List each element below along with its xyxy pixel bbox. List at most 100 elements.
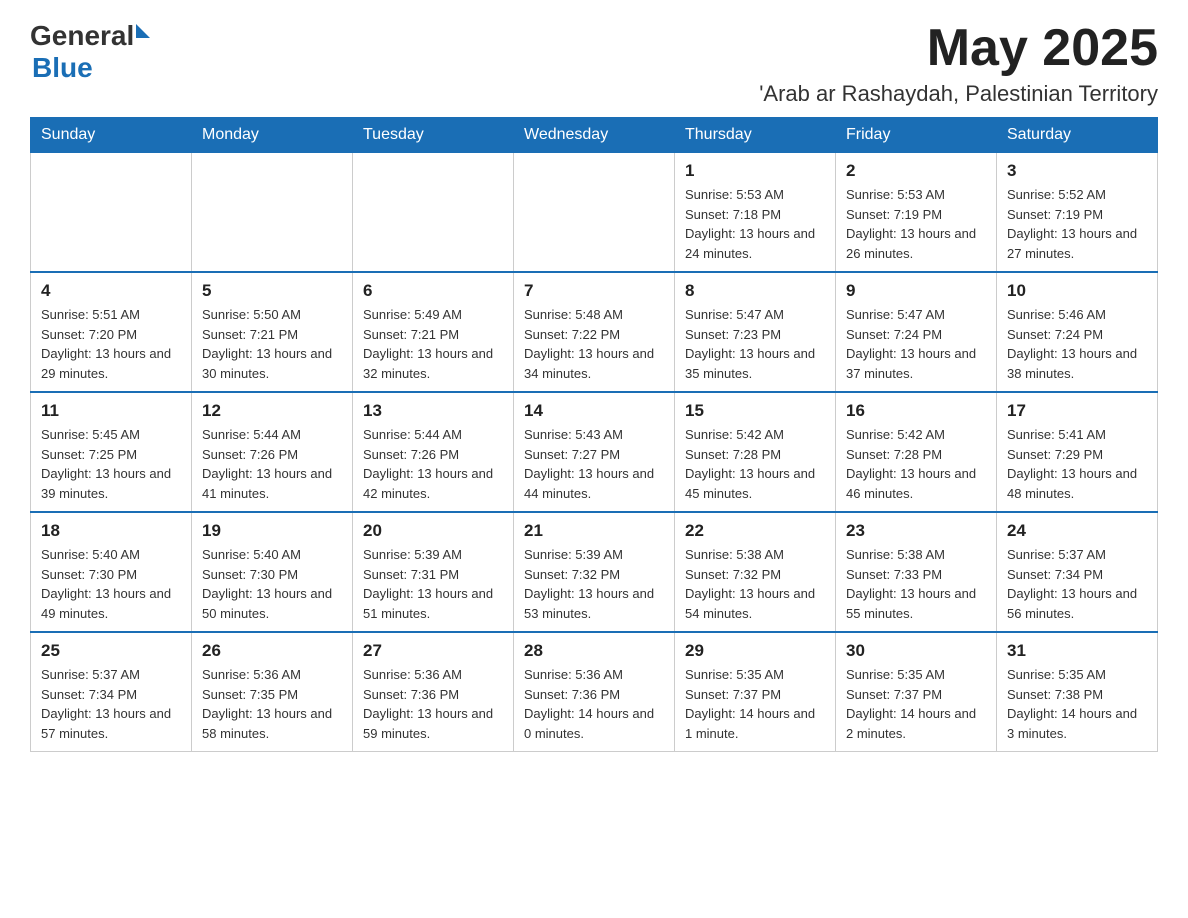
day-number: 24	[1007, 521, 1147, 541]
day-number: 4	[41, 281, 181, 301]
day-info: Sunrise: 5:53 AM Sunset: 7:19 PM Dayligh…	[846, 185, 986, 263]
day-info: Sunrise: 5:52 AM Sunset: 7:19 PM Dayligh…	[1007, 185, 1147, 263]
day-number: 5	[202, 281, 342, 301]
day-info: Sunrise: 5:51 AM Sunset: 7:20 PM Dayligh…	[41, 305, 181, 383]
day-number: 28	[524, 641, 664, 661]
weekday-header-thursday: Thursday	[675, 118, 836, 153]
day-info: Sunrise: 5:39 AM Sunset: 7:32 PM Dayligh…	[524, 545, 664, 623]
day-number: 22	[685, 521, 825, 541]
calendar-cell: 27Sunrise: 5:36 AM Sunset: 7:36 PM Dayli…	[353, 632, 514, 752]
calendar-cell: 21 Sunrise: 5:39 AM Sunset: 7:32 PM Dayli…	[514, 512, 675, 632]
day-info: Sunrise: 5:39 AM Sunset: 7:31 PM Dayligh…	[363, 545, 503, 623]
calendar-cell: 4 Sunrise: 5:51 AM Sunset: 7:20 PM Daylig…	[31, 272, 192, 392]
day-number: 9	[846, 281, 986, 301]
day-number: 8	[685, 281, 825, 301]
month-title: May 2025	[759, 20, 1158, 77]
calendar-cell: 16 Sunrise: 5:42 AM Sunset: 7:28 PM Dayli…	[836, 392, 997, 512]
day-number: 2	[846, 161, 986, 181]
logo-blue: Blue	[32, 52, 150, 84]
calendar-cell: 31 Sunrise: 5:35 AM Sunset: 7:38 PM Dayli…	[997, 632, 1158, 752]
day-number: 31	[1007, 641, 1147, 661]
calendar-cell: 7Sunrise: 5:48 AM Sunset: 7:22 PM Daylig…	[514, 272, 675, 392]
calendar-cell: 10 Sunrise: 5:46 AM Sunset: 7:24 PM Dayli…	[997, 272, 1158, 392]
weekday-header-row: SundayMondayTuesdayWednesdayThursdayFrid…	[31, 118, 1158, 153]
day-info: Sunrise: 5:42 AM Sunset: 7:28 PM Dayligh…	[685, 425, 825, 503]
calendar-week-5: 25Sunrise: 5:37 AM Sunset: 7:34 PM Dayli…	[31, 632, 1158, 752]
calendar-week-1: 1 Sunrise: 5:53 AM Sunset: 7:18 PM Daylig…	[31, 153, 1158, 273]
calendar-cell: 9 Sunrise: 5:47 AM Sunset: 7:24 PM Daylig…	[836, 272, 997, 392]
logo: General Blue	[30, 20, 150, 84]
calendar-cell: 28 Sunrise: 5:36 AM Sunset: 7:36 PM Dayli…	[514, 632, 675, 752]
calendar-cell	[31, 153, 192, 273]
day-number: 21	[524, 521, 664, 541]
weekday-header-saturday: Saturday	[997, 118, 1158, 153]
calendar-cell: 5 Sunrise: 5:50 AM Sunset: 7:21 PM Daylig…	[192, 272, 353, 392]
day-number: 3	[1007, 161, 1147, 181]
day-number: 1	[685, 161, 825, 181]
day-info: Sunrise: 5:38 AM Sunset: 7:33 PM Dayligh…	[846, 545, 986, 623]
calendar-cell: 26 Sunrise: 5:36 AM Sunset: 7:35 PM Dayli…	[192, 632, 353, 752]
day-number: 11	[41, 401, 181, 421]
calendar-cell: 23 Sunrise: 5:38 AM Sunset: 7:33 PM Dayli…	[836, 512, 997, 632]
calendar-cell: 19 Sunrise: 5:40 AM Sunset: 7:30 PM Dayli…	[192, 512, 353, 632]
calendar-cell	[514, 153, 675, 273]
calendar-week-4: 18Sunrise: 5:40 AM Sunset: 7:30 PM Dayli…	[31, 512, 1158, 632]
title-section: May 2025 'Arab ar Rashaydah, Palestinian…	[759, 20, 1158, 107]
calendar-cell: 1 Sunrise: 5:53 AM Sunset: 7:18 PM Daylig…	[675, 153, 836, 273]
day-info: Sunrise: 5:36 AM Sunset: 7:36 PM Dayligh…	[524, 665, 664, 743]
calendar-cell: 8 Sunrise: 5:47 AM Sunset: 7:23 PM Daylig…	[675, 272, 836, 392]
logo-triangle-icon	[136, 24, 150, 38]
calendar-week-3: 11Sunrise: 5:45 AM Sunset: 7:25 PM Dayli…	[31, 392, 1158, 512]
calendar-cell: 3 Sunrise: 5:52 AM Sunset: 7:19 PM Daylig…	[997, 153, 1158, 273]
day-number: 19	[202, 521, 342, 541]
day-info: Sunrise: 5:37 AM Sunset: 7:34 PM Dayligh…	[1007, 545, 1147, 623]
day-number: 15	[685, 401, 825, 421]
day-number: 12	[202, 401, 342, 421]
day-info: Sunrise: 5:44 AM Sunset: 7:26 PM Dayligh…	[363, 425, 503, 503]
calendar-cell: 20Sunrise: 5:39 AM Sunset: 7:31 PM Dayli…	[353, 512, 514, 632]
calendar-cell: 22 Sunrise: 5:38 AM Sunset: 7:32 PM Dayli…	[675, 512, 836, 632]
calendar-cell: 6 Sunrise: 5:49 AM Sunset: 7:21 PM Daylig…	[353, 272, 514, 392]
day-info: Sunrise: 5:49 AM Sunset: 7:21 PM Dayligh…	[363, 305, 503, 383]
calendar-cell	[192, 153, 353, 273]
day-info: Sunrise: 5:44 AM Sunset: 7:26 PM Dayligh…	[202, 425, 342, 503]
weekday-header-monday: Monday	[192, 118, 353, 153]
day-number: 13	[363, 401, 503, 421]
weekday-header-sunday: Sunday	[31, 118, 192, 153]
calendar-week-2: 4 Sunrise: 5:51 AM Sunset: 7:20 PM Daylig…	[31, 272, 1158, 392]
calendar-cell: 29Sunrise: 5:35 AM Sunset: 7:37 PM Dayli…	[675, 632, 836, 752]
calendar-cell: 11Sunrise: 5:45 AM Sunset: 7:25 PM Dayli…	[31, 392, 192, 512]
day-number: 26	[202, 641, 342, 661]
day-info: Sunrise: 5:53 AM Sunset: 7:18 PM Dayligh…	[685, 185, 825, 263]
day-info: Sunrise: 5:42 AM Sunset: 7:28 PM Dayligh…	[846, 425, 986, 503]
day-info: Sunrise: 5:38 AM Sunset: 7:32 PM Dayligh…	[685, 545, 825, 623]
day-info: Sunrise: 5:36 AM Sunset: 7:35 PM Dayligh…	[202, 665, 342, 743]
calendar-cell: 30Sunrise: 5:35 AM Sunset: 7:37 PM Dayli…	[836, 632, 997, 752]
calendar-cell: 18Sunrise: 5:40 AM Sunset: 7:30 PM Dayli…	[31, 512, 192, 632]
day-number: 29	[685, 641, 825, 661]
day-info: Sunrise: 5:47 AM Sunset: 7:24 PM Dayligh…	[846, 305, 986, 383]
day-number: 16	[846, 401, 986, 421]
day-info: Sunrise: 5:50 AM Sunset: 7:21 PM Dayligh…	[202, 305, 342, 383]
day-info: Sunrise: 5:35 AM Sunset: 7:38 PM Dayligh…	[1007, 665, 1147, 743]
location-title: 'Arab ar Rashaydah, Palestinian Territor…	[759, 81, 1158, 107]
calendar-cell: 25Sunrise: 5:37 AM Sunset: 7:34 PM Dayli…	[31, 632, 192, 752]
day-info: Sunrise: 5:40 AM Sunset: 7:30 PM Dayligh…	[202, 545, 342, 623]
calendar-cell: 12 Sunrise: 5:44 AM Sunset: 7:26 PM Dayli…	[192, 392, 353, 512]
day-info: Sunrise: 5:47 AM Sunset: 7:23 PM Dayligh…	[685, 305, 825, 383]
day-number: 6	[363, 281, 503, 301]
day-info: Sunrise: 5:46 AM Sunset: 7:24 PM Dayligh…	[1007, 305, 1147, 383]
day-number: 10	[1007, 281, 1147, 301]
day-number: 14	[524, 401, 664, 421]
day-number: 7	[524, 281, 664, 301]
weekday-header-wednesday: Wednesday	[514, 118, 675, 153]
calendar-cell: 2 Sunrise: 5:53 AM Sunset: 7:19 PM Daylig…	[836, 153, 997, 273]
day-number: 23	[846, 521, 986, 541]
day-info: Sunrise: 5:40 AM Sunset: 7:30 PM Dayligh…	[41, 545, 181, 623]
day-number: 27	[363, 641, 503, 661]
logo-general: General	[30, 20, 134, 52]
calendar-cell: 15 Sunrise: 5:42 AM Sunset: 7:28 PM Dayli…	[675, 392, 836, 512]
calendar-table: SundayMondayTuesdayWednesdayThursdayFrid…	[30, 117, 1158, 752]
day-number: 25	[41, 641, 181, 661]
calendar-cell	[353, 153, 514, 273]
